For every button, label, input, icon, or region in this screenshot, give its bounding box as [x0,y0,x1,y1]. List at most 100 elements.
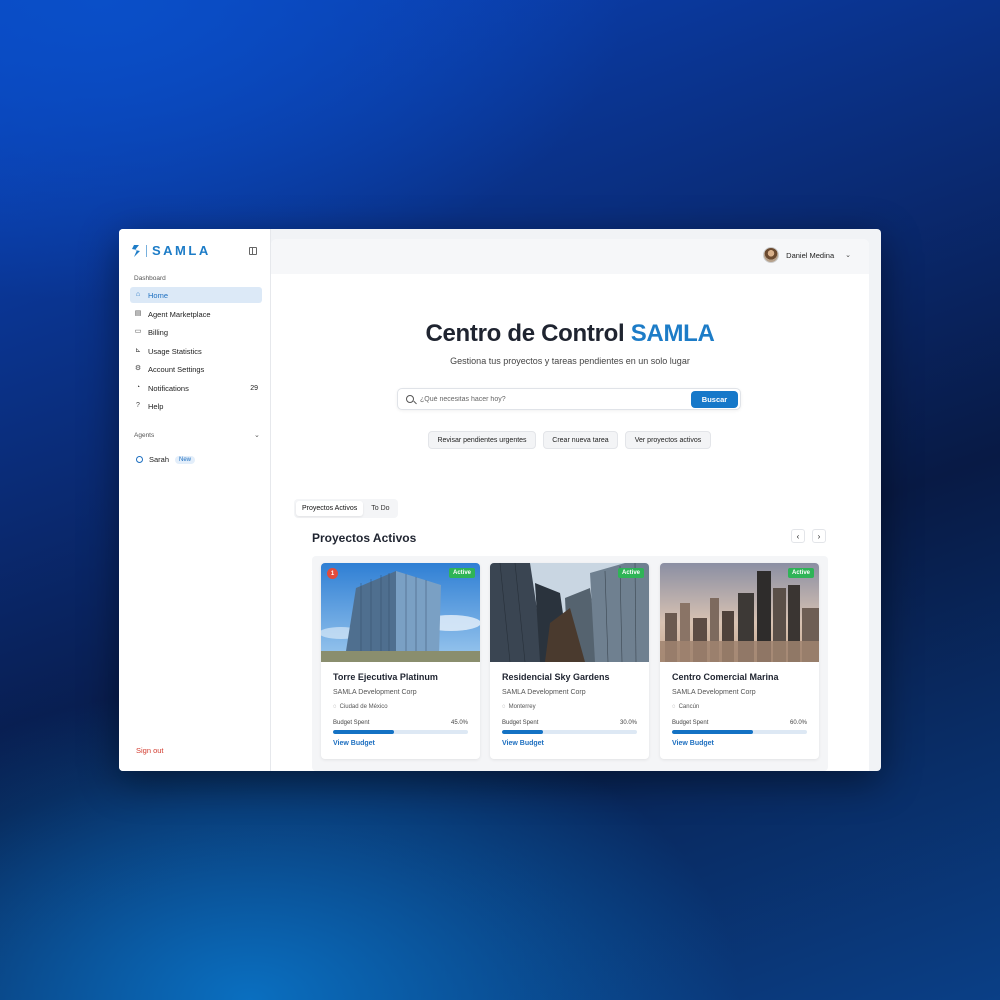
signout-link[interactable]: Sign out [136,746,164,755]
card-icon: ▭ [134,328,142,335]
sidebar-item-agent-marketplace[interactable]: ▤ Agent Marketplace [130,306,262,322]
project-company: SAMLA Development Corp [502,689,586,696]
page-title-accent: SAMLA [630,320,715,347]
page-title-main: Centro de Control [425,320,631,347]
tab-to-do[interactable]: To Do [365,501,395,516]
user-menu[interactable]: Daniel Medina ⌄ [763,247,851,263]
help-icon: ? [136,402,140,409]
sidebar-item-account-settings[interactable]: ⚙ Account Settings [130,361,262,377]
view-budget-link[interactable]: View Budget [672,740,714,747]
budget-percent: 60.0% [789,720,807,726]
budget-progress-bar [502,730,637,734]
page-title: Centro de Control SAMLA [271,320,869,348]
project-company: SAMLA Development Corp [672,689,756,696]
project-card[interactable]: Active Centro Comercial Marina SAMLA Dev… [660,563,819,759]
tab-bar: Proyectos Activos To Do [294,499,398,518]
location-icon: ◌ [333,704,337,710]
sidebar-item-usage-statistics[interactable]: ⊾ Usage Statistics [130,343,262,359]
home-icon: ⌂ [135,291,141,298]
search-input[interactable] [420,393,680,406]
location-text: Ciudad de México [339,704,388,710]
samla-logo-icon [132,244,140,257]
sidebar-item-label: Account Settings [148,364,205,374]
quick-action-view-projects[interactable]: Ver proyectos activos [625,431,711,449]
project-location: ◌ Ciudad de México [333,704,388,710]
budget-progress-fill [672,730,753,734]
brand-divider [146,244,147,257]
project-title: Torre Ejecutiva Platinum [333,672,438,682]
chevron-left-icon: ‹ [796,531,800,541]
budget-label: Budget Spent [333,720,370,726]
sidebar-toggle-icon[interactable] [249,247,257,255]
budget-progress-bar [672,730,807,734]
brand-name: SAMLA [152,243,211,258]
status-badge: Active [448,568,475,578]
chevron-down-icon[interactable]: ⌄ [254,431,260,439]
notifications-count: 29 [250,384,258,392]
store-icon: ▤ [134,310,142,317]
project-location: ◌ Monterrey [502,704,536,710]
chart-icon: ⊾ [135,347,141,354]
top-bar: Daniel Medina ⌄ [271,239,869,274]
budget-percent: 45.0% [450,720,468,726]
agent-icon [136,456,143,463]
main-content: Daniel Medina ⌄ Centro de Control SAMLA … [271,239,869,771]
location-text: Cancún [678,704,700,710]
alert-badge: 1 [327,568,338,579]
project-card[interactable]: Active Residencial Sky Gardens SAMLA Dev… [490,563,649,759]
location-icon: ◌ [502,704,506,710]
agents-section-label: Agents [134,432,155,439]
bell-icon: ◔ [135,384,141,391]
project-company: SAMLA Development Corp [333,689,417,696]
quick-action-new-task[interactable]: Crear nueva tarea [543,431,618,449]
project-card[interactable]: 1 Active Torre Ejecutiva Platinum SAMLA … [321,563,480,759]
sidebar-item-label: Usage Statistics [148,346,202,356]
sidebar-item-home[interactable]: ⌂ Home [130,287,262,303]
page-subtitle: Gestiona tus proyectos y tareas pendient… [450,356,690,366]
project-title: Residencial Sky Gardens [502,672,610,682]
sidebar-item-help[interactable]: ? Help [130,398,262,414]
location-icon: ◌ [672,704,676,710]
project-title: Centro Comercial Marina [672,672,779,682]
tab-proyectos-activos[interactable]: Proyectos Activos [296,501,364,516]
avatar [763,247,780,263]
status-badge: Active [617,568,644,578]
projects-carousel: 1 Active Torre Ejecutiva Platinum SAMLA … [312,556,828,771]
budget-label: Budget Spent [672,720,709,726]
sidebar-item-billing[interactable]: ▭ Billing [130,324,262,340]
projects-section-title: Proyectos Activos [312,531,417,545]
budget-progress-bar [333,730,468,734]
sidebar-item-notifications[interactable]: ◔ Notifications 29 [130,380,262,396]
chevron-down-icon: ⌄ [845,252,851,259]
sidebar: SAMLA Dashboard ⌂ Home ▤ Agent Marketpla… [119,229,271,771]
agent-name: Sarah [149,455,170,464]
view-budget-link[interactable]: View Budget [502,740,544,747]
gear-icon: ⚙ [134,365,142,372]
budget-percent: 30.0% [619,720,637,726]
sidebar-item-label: Notifications [148,383,189,393]
chevron-right-icon: › [817,531,821,541]
search-button[interactable]: Buscar [691,391,738,408]
search-icon [406,395,414,403]
view-budget-link[interactable]: View Budget [333,740,375,747]
sidebar-item-label: Home [148,290,169,300]
sidebar-item-label: Agent Marketplace [148,309,211,319]
search-bar: Buscar [397,388,741,410]
location-text: Monterrey [508,704,536,710]
project-location: ◌ Cancún [672,704,699,710]
new-badge: New [175,455,196,464]
quick-action-urgent[interactable]: Revisar pendientes urgentes [428,431,536,449]
user-name: Daniel Medina [786,250,835,260]
brand-logo[interactable]: SAMLA [131,243,211,258]
budget-progress-fill [333,730,394,734]
sidebar-item-label: Billing [148,327,169,337]
agent-item-sarah[interactable]: Sarah New [136,455,196,464]
budget-label: Budget Spent [502,720,539,726]
next-arrow-button[interactable]: › [812,529,826,543]
app-window: SAMLA Dashboard ⌂ Home ▤ Agent Marketpla… [119,229,881,771]
status-badge: Active [787,568,814,578]
budget-progress-fill [502,730,543,734]
prev-arrow-button[interactable]: ‹ [791,529,805,543]
dashboard-section-label: Dashboard [134,275,166,282]
sidebar-item-label: Help [148,401,164,411]
